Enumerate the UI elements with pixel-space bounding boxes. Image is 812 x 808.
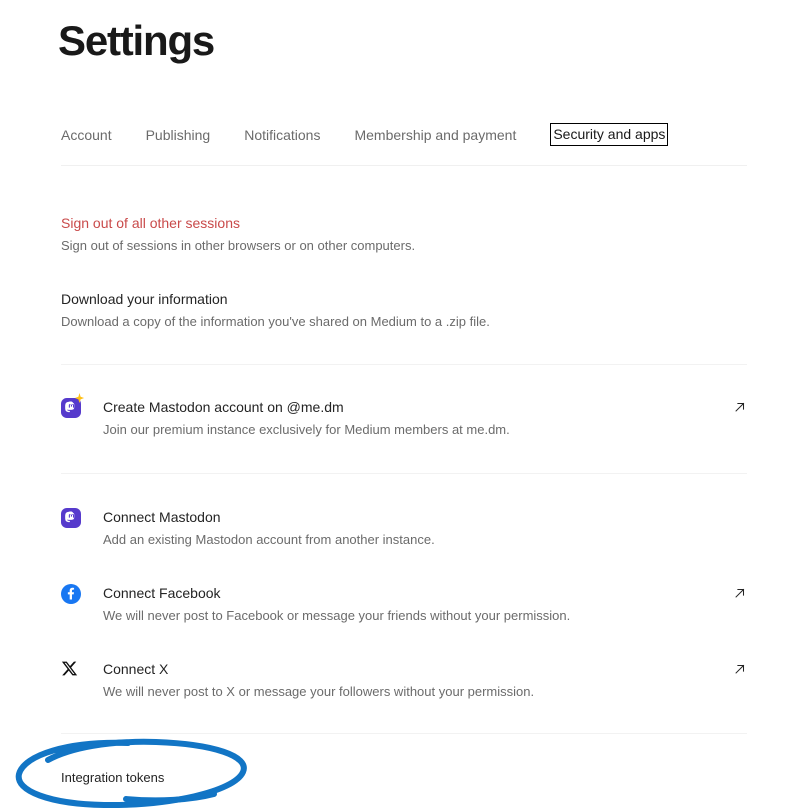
tab-publishing[interactable]: Publishing <box>146 126 211 144</box>
connect-x-description: We will never post to X or message your … <box>103 684 535 699</box>
settings-page: Settings Account Publishing Notification… <box>0 0 812 808</box>
connect-mastodon-body: Connect Mastodon Add an existing Mastodo… <box>91 507 727 550</box>
divider <box>61 473 747 474</box>
section-sign-out-all-sessions: Sign out of all other sessions Sign out … <box>61 213 747 256</box>
connect-mastodon-title: Connect Mastodon <box>103 509 221 525</box>
divider <box>61 733 747 734</box>
connect-facebook-body: Connect Facebook We will never post to F… <box>91 583 727 626</box>
arrow-up-right-icon <box>735 664 745 674</box>
connect-mastodon-description: Add an existing Mastodon account from an… <box>103 532 435 547</box>
sign-out-all-sessions-description: Sign out of sessions in other browsers o… <box>61 238 416 253</box>
download-your-information-description: Download a copy of the information you'v… <box>61 314 490 329</box>
create-mastodon-account-title: Create Mastodon account on @me.dm <box>103 399 344 415</box>
mastodon-sparkle-icon <box>61 393 91 418</box>
external-link-icon[interactable] <box>727 659 747 676</box>
sign-out-all-sessions-link[interactable]: Sign out of all other sessions <box>61 213 747 233</box>
tab-membership-and-payment[interactable]: Membership and payment <box>354 126 516 144</box>
row-create-mastodon-account[interactable]: Create Mastodon account on @me.dm Join o… <box>61 393 747 440</box>
row-connect-facebook[interactable]: Connect Facebook We will never post to F… <box>61 583 747 626</box>
external-link-icon[interactable] <box>727 583 747 600</box>
no-arrow-placeholder <box>727 507 747 510</box>
tab-account[interactable]: Account <box>61 126 112 144</box>
integration-tokens-link[interactable]: Integration tokens <box>61 769 164 787</box>
external-link-icon[interactable] <box>727 397 747 414</box>
connect-facebook-title: Connect Facebook <box>103 585 221 601</box>
create-mastodon-account-description: Join our premium instance exclusively fo… <box>103 422 510 437</box>
download-your-information-link[interactable]: Download your information <box>61 289 747 309</box>
connect-facebook-description: We will never post to Facebook or messag… <box>103 608 571 623</box>
connect-x-body: Connect X We will never post to X or mes… <box>91 659 727 702</box>
x-icon <box>61 659 91 677</box>
facebook-icon <box>61 583 91 604</box>
row-connect-mastodon[interactable]: Connect Mastodon Add an existing Mastodo… <box>61 507 747 550</box>
arrow-up-right-icon <box>735 402 745 412</box>
settings-tabs: Account Publishing Notifications Members… <box>61 123 747 166</box>
tab-security-and-apps[interactable]: Security and apps <box>550 123 669 146</box>
mastodon-icon <box>61 507 91 528</box>
section-download-your-information: Download your information Download a cop… <box>61 289 747 332</box>
connect-x-title: Connect X <box>103 661 169 677</box>
mastodon-glyph <box>61 508 81 528</box>
page-title: Settings <box>58 17 215 64</box>
x-glyph <box>61 661 78 676</box>
facebook-glyph <box>61 584 81 604</box>
sparkle-icon <box>74 393 85 404</box>
divider <box>61 364 747 365</box>
row-connect-x[interactable]: Connect X We will never post to X or mes… <box>61 659 747 702</box>
create-mastodon-account-body: Create Mastodon account on @me.dm Join o… <box>91 397 727 440</box>
arrow-up-right-icon <box>735 588 745 598</box>
tab-notifications[interactable]: Notifications <box>244 126 320 144</box>
